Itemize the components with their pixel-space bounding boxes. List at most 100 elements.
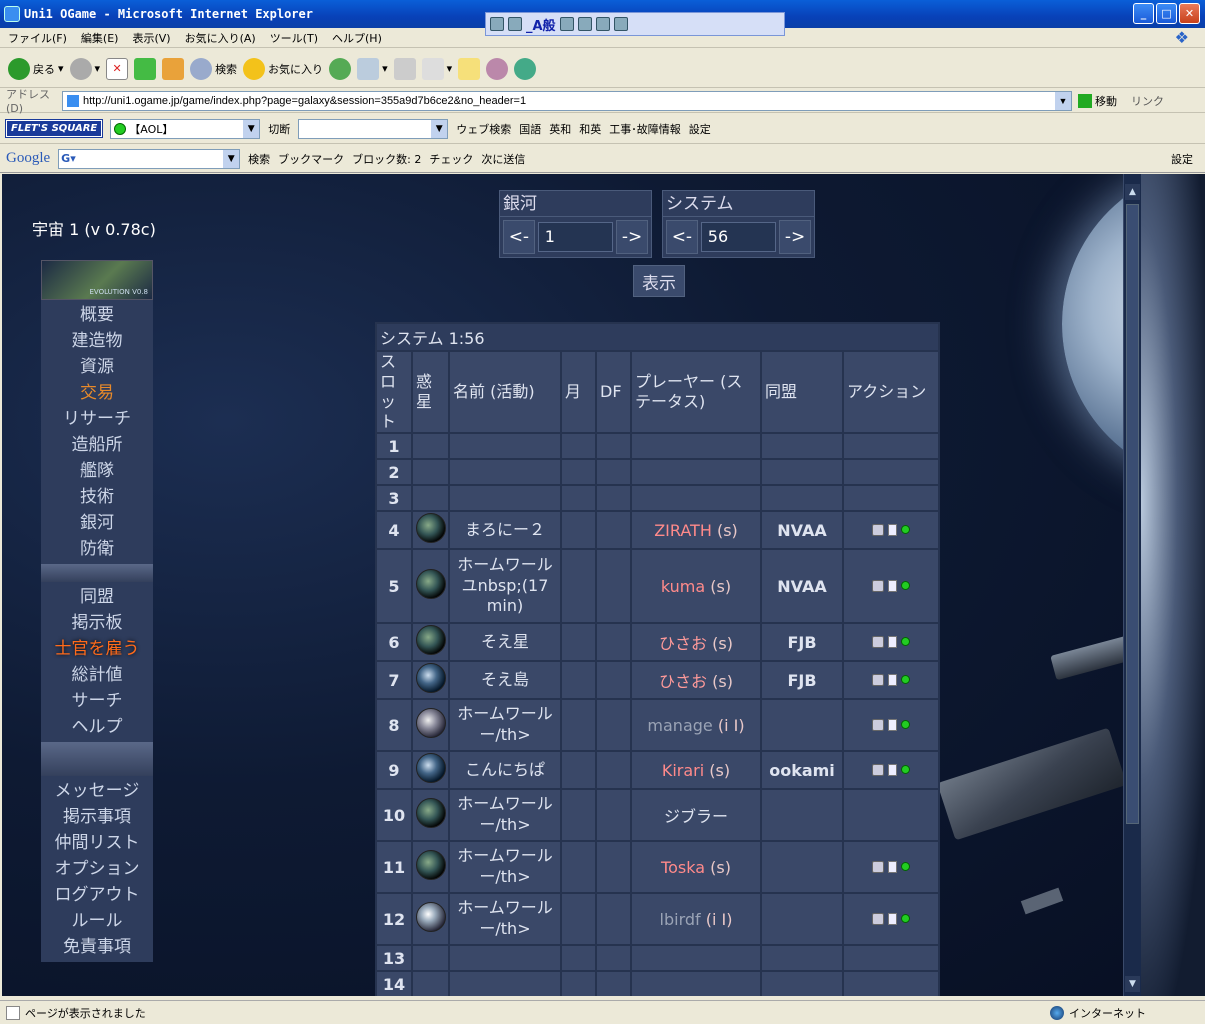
player-name[interactable]: lbirdf xyxy=(660,910,701,929)
planet-cell[interactable] xyxy=(413,700,448,750)
planet-icon[interactable] xyxy=(415,902,446,932)
research-button[interactable] xyxy=(486,57,509,80)
buddy-request-icon[interactable] xyxy=(901,525,910,534)
menu-logout[interactable]: ログアウト xyxy=(41,882,153,908)
menu-officers[interactable]: 士官を雇う xyxy=(41,636,153,662)
google-settings-button[interactable]: 設定 xyxy=(1171,151,1193,167)
player-cell[interactable]: Toska (s) xyxy=(632,842,760,892)
player-name[interactable]: ひさお xyxy=(659,634,707,653)
player-name[interactable]: Kirari xyxy=(662,761,704,780)
home-button[interactable] xyxy=(162,57,185,80)
messenger-button[interactable] xyxy=(514,57,537,80)
alliance-cell[interactable]: ookami xyxy=(762,752,842,788)
bookmark-button[interactable]: ブックマーク xyxy=(278,151,344,167)
menu-statistics[interactable]: 総計値 xyxy=(41,662,153,688)
links-button[interactable]: リンク xyxy=(1131,93,1164,109)
planet-icon[interactable] xyxy=(415,708,446,738)
spy-icon[interactable] xyxy=(872,860,884,873)
system-input[interactable]: 56 xyxy=(700,222,777,252)
player-name[interactable]: kuma xyxy=(661,577,705,596)
menu-edit[interactable]: 編集(E) xyxy=(81,30,119,46)
scroll-thumb[interactable] xyxy=(1126,204,1139,824)
maximize-button[interactable]: □ xyxy=(1156,3,1177,24)
vertical-scrollbar[interactable]: ▲ ▼ xyxy=(1123,174,1141,996)
player-cell[interactable]: ひさお (s) xyxy=(632,624,760,660)
waei-button[interactable]: 和英 xyxy=(579,121,601,137)
planet-cell[interactable] xyxy=(413,550,448,622)
menu-notes[interactable]: 掲示事項 xyxy=(41,804,153,830)
google-logo[interactable]: Google xyxy=(6,150,50,167)
kokugo-button[interactable]: 国語 xyxy=(519,121,541,137)
planet-icon[interactable] xyxy=(415,663,446,693)
minimize-button[interactable]: _ xyxy=(1133,3,1154,24)
buddy-request-icon[interactable] xyxy=(901,720,910,729)
menu-messages[interactable]: メッセージ xyxy=(41,778,153,804)
alliance-cell[interactable]: FJB xyxy=(762,624,842,660)
player-name[interactable]: ジブラー xyxy=(664,807,728,826)
flets-search-input[interactable]: ▼ xyxy=(298,118,449,139)
system-next-button[interactable]: -> xyxy=(779,220,811,254)
menu-fleet[interactable]: 艦隊 xyxy=(41,458,153,484)
menu-help[interactable]: ヘルプ xyxy=(41,714,153,740)
message-icon[interactable] xyxy=(888,718,897,731)
planet-icon[interactable] xyxy=(415,850,446,880)
spy-icon[interactable] xyxy=(872,523,884,536)
close-button[interactable]: ✕ xyxy=(1179,3,1200,24)
back-button[interactable]: 戻る ▾ xyxy=(8,57,64,80)
mail-button[interactable]: ▾ xyxy=(357,57,388,80)
spell-check-button[interactable]: チェック xyxy=(429,151,473,167)
refresh-button[interactable] xyxy=(134,57,157,80)
disconnect-button[interactable]: 切断 xyxy=(268,121,290,137)
address-dropdown[interactable]: ▼ xyxy=(1055,91,1071,110)
buddy-request-icon[interactable] xyxy=(901,765,910,774)
message-icon[interactable] xyxy=(888,860,897,873)
planet-cell[interactable] xyxy=(413,894,448,944)
menu-resources[interactable]: 資源 xyxy=(41,354,153,380)
planet-icon[interactable] xyxy=(415,513,446,543)
spy-icon[interactable] xyxy=(872,579,884,592)
message-icon[interactable] xyxy=(888,763,897,776)
go-button[interactable]: 移動 xyxy=(1078,93,1117,109)
menu-defense[interactable]: 防衛 xyxy=(41,536,153,562)
planet-cell[interactable] xyxy=(413,752,448,788)
buddy-request-icon[interactable] xyxy=(901,637,910,646)
stop-button[interactable]: ✕ xyxy=(106,57,129,80)
menu-overview[interactable]: 概要 xyxy=(41,302,153,328)
maintenance-info-button[interactable]: 工事･故障情報 xyxy=(609,121,681,137)
menu-research[interactable]: リサーチ xyxy=(41,406,153,432)
player-name[interactable]: manage xyxy=(647,716,712,735)
history-button[interactable] xyxy=(329,57,352,80)
spy-icon[interactable] xyxy=(872,635,884,648)
menu-search[interactable]: サーチ xyxy=(41,688,153,714)
menu-view[interactable]: 表示(V) xyxy=(132,30,170,46)
address-input[interactable]: http://uni1.ogame.jp/game/index.php?page… xyxy=(62,90,1072,111)
scroll-up-button[interactable]: ▲ xyxy=(1125,184,1140,200)
player-cell[interactable]: ジブラー xyxy=(632,790,760,840)
spy-icon[interactable] xyxy=(872,912,884,925)
scroll-down-button[interactable]: ▼ xyxy=(1125,976,1140,992)
galaxy-input[interactable]: 1 xyxy=(537,222,614,252)
menu-favorites[interactable]: お気に入り(A) xyxy=(185,30,256,46)
menu-trader[interactable]: 交易 xyxy=(41,380,153,406)
planet-icon[interactable] xyxy=(415,753,446,783)
menu-alliance[interactable]: 同盟 xyxy=(41,584,153,610)
galaxy-prev-button[interactable]: <- xyxy=(503,220,535,254)
menu-technology[interactable]: 技術 xyxy=(41,484,153,510)
menu-file[interactable]: ファイル(F) xyxy=(8,30,67,46)
forward-button[interactable]: ▾ xyxy=(69,57,100,80)
planet-cell[interactable] xyxy=(413,790,448,840)
system-prev-button[interactable]: <- xyxy=(666,220,698,254)
player-cell[interactable]: manage (i I) xyxy=(632,700,760,750)
menu-options[interactable]: オプション xyxy=(41,856,153,882)
player-cell[interactable]: ひさお (s) xyxy=(632,662,760,698)
print-button[interactable] xyxy=(393,57,416,80)
message-icon[interactable] xyxy=(888,579,897,592)
spy-icon[interactable] xyxy=(872,763,884,776)
planet-cell[interactable] xyxy=(413,512,448,548)
note-button[interactable] xyxy=(458,57,481,80)
show-button[interactable]: 表示 xyxy=(633,265,685,297)
buddy-request-icon[interactable] xyxy=(901,581,910,590)
menu-buddylist[interactable]: 仲間リスト xyxy=(41,830,153,856)
spy-icon[interactable] xyxy=(872,673,884,686)
favorites-button[interactable]: お気に入り xyxy=(243,57,323,80)
